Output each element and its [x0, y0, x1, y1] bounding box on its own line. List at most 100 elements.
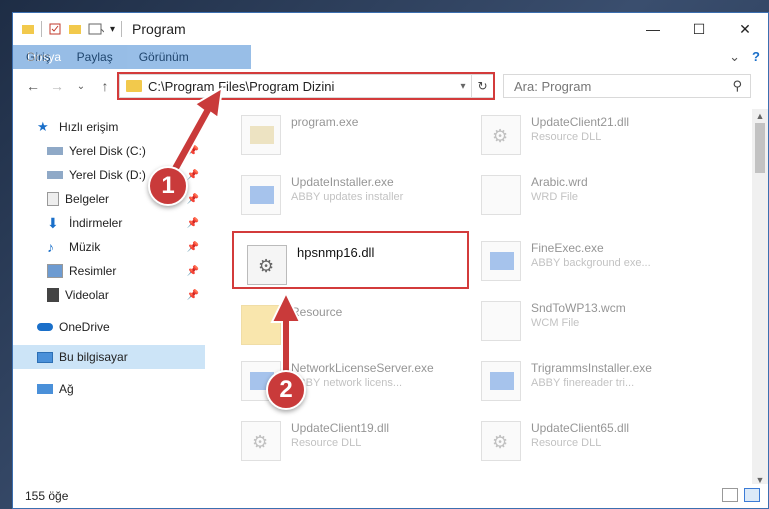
search-input[interactable]: Ara: Program ⚲	[503, 74, 751, 98]
up-button[interactable]: ↑	[93, 78, 117, 94]
sidebar-item-label: Hızlı erişim	[59, 120, 119, 134]
refresh-button[interactable]: ↻	[471, 75, 493, 97]
chevron-down-icon[interactable]: ▾	[455, 81, 471, 92]
file-item-target-dll[interactable]: ⚙ hpsnmp16.dll	[247, 245, 485, 303]
chevron-down-icon[interactable]: ▾	[110, 24, 115, 35]
ribbon-right-controls: ⌄ ?	[729, 49, 760, 65]
sidebar-item-label: Müzik	[69, 240, 101, 254]
divider	[41, 21, 42, 37]
sidebar-item-label: Videolar	[65, 288, 109, 302]
sidebar-item-onedrive[interactable]: OneDrive	[13, 315, 205, 339]
sidebar-item-label: Bu bilgisayar	[59, 350, 128, 364]
new-folder-icon[interactable]	[68, 22, 82, 36]
help-icon[interactable]: ?	[752, 49, 760, 65]
file-description: Resource DLL	[531, 437, 602, 449]
file-name: Arabic.wrd	[531, 175, 588, 189]
sidebar-item-label: OneDrive	[59, 320, 110, 334]
file-item[interactable]: FineExec.exe ABBY background exe...	[481, 241, 719, 299]
computer-icon	[37, 351, 53, 363]
folder-icon	[241, 305, 281, 345]
sidebar-item-pictures[interactable]: Resimler 📌	[13, 259, 205, 283]
customize-toolbar-icon[interactable]	[88, 22, 104, 36]
file-item[interactable]: ⚙ UpdateClient19.dll Resource DLL	[241, 421, 479, 479]
sidebar-item-network[interactable]: Ağ	[13, 377, 205, 401]
network-icon	[37, 384, 53, 394]
sidebar-item-videos[interactable]: Videolar 📌	[13, 283, 205, 307]
forward-button[interactable]: →	[45, 78, 69, 94]
tab-file[interactable]: Dosya	[13, 45, 251, 69]
file-item[interactable]: Arabic.wrd WRD File	[481, 175, 719, 233]
file-description: Resource DLL	[291, 437, 362, 449]
file-item[interactable]: SndToWP13.wcm WCM File	[481, 301, 719, 359]
cloud-icon	[37, 323, 53, 331]
scrollbar-thumb[interactable]	[755, 123, 765, 173]
file-description: ABBY network licens...	[291, 377, 403, 389]
pin-icon[interactable]: 📌	[187, 266, 199, 277]
sidebar-item-quick-access[interactable]: ★ Hızlı erişim	[13, 115, 205, 139]
file-item[interactable]: ⚙ UpdateClient21.dll Resource DLL	[481, 115, 719, 173]
properties-icon[interactable]	[48, 22, 62, 36]
file-name: program.exe	[291, 115, 359, 129]
large-icons-view-icon[interactable]	[744, 488, 760, 502]
file-list: program.exe ⚙ UpdateClient21.dll Resource…	[219, 109, 739, 479]
document-file-icon	[481, 301, 521, 341]
minimize-button[interactable]: —	[630, 13, 676, 45]
maximize-button[interactable]: ☐	[676, 13, 722, 45]
videos-icon	[47, 288, 59, 302]
window-controls: — ☐ ✕	[630, 13, 768, 45]
sidebar-item-downloads[interactable]: ⬇ İndirmeler 📌	[13, 211, 205, 235]
close-button[interactable]: ✕	[722, 13, 768, 45]
sidebar-item-music[interactable]: ♪ Müzik 📌	[13, 235, 205, 259]
expand-ribbon-icon[interactable]: ⌄	[729, 49, 740, 65]
details-view-icon[interactable]	[722, 488, 738, 502]
pin-icon[interactable]: 📌	[187, 146, 199, 157]
file-description: Resource DLL	[531, 131, 602, 143]
file-description: ABBY background exe...	[531, 257, 651, 269]
pin-icon[interactable]: 📌	[187, 218, 199, 229]
step-2-callout: 2	[266, 370, 306, 410]
file-name: UpdateClient65.dll	[531, 421, 630, 435]
pin-icon[interactable]: 📌	[187, 194, 199, 205]
file-description: ABBY updates installer	[291, 191, 404, 203]
sidebar-item-label: Resimler	[69, 264, 117, 278]
sidebar-item-label: İndirmeler	[69, 216, 123, 230]
documents-icon	[47, 192, 59, 206]
star-icon: ★	[37, 119, 49, 134]
window-title: Program	[132, 21, 186, 37]
navigation-pane: ★ Hızlı erişim Yerel Disk (C:) 📌 Yerel D…	[13, 109, 207, 479]
pin-icon[interactable]: 📌	[187, 242, 199, 253]
search-icon[interactable]: ⚲	[732, 78, 742, 94]
file-description: WCM File	[531, 317, 580, 329]
file-item[interactable]: TrigrammsInstaller.exe ABBY finereader tr…	[481, 361, 719, 419]
sidebar-item-disk-c[interactable]: Yerel Disk (C:) 📌	[13, 139, 205, 163]
sidebar-item-label: Yerel Disk (D:)	[69, 168, 146, 182]
file-item[interactable]: UpdateInstaller.exe ABBY updates installe…	[241, 175, 479, 233]
folder-item[interactable]: Resource	[241, 305, 479, 363]
recent-locations-button[interactable]: ⌄	[69, 81, 93, 92]
quick-access-toolbar: ▾	[13, 21, 123, 37]
exe-file-icon	[241, 175, 281, 215]
address-path[interactable]: C:\Program Files\Program Dizini	[148, 79, 455, 94]
vertical-scrollbar[interactable]: ▲ ▼	[752, 109, 768, 487]
search-placeholder: Ara: Program	[514, 78, 592, 94]
disk-icon	[47, 147, 63, 155]
dll-file-icon: ⚙	[247, 245, 287, 285]
divider	[121, 21, 123, 37]
file-name: Resource	[291, 305, 343, 319]
item-count: 155 öğe	[25, 489, 69, 503]
file-item[interactable]: ⚙ UpdateClient65.dll Resource DLL	[481, 421, 719, 479]
file-item[interactable]: program.exe	[241, 115, 479, 173]
status-bar: 155 öğe	[13, 484, 768, 508]
exe-file-icon	[481, 241, 521, 281]
sidebar-item-this-pc[interactable]: Bu bilgisayar	[13, 345, 205, 369]
dll-file-icon: ⚙	[481, 115, 521, 155]
address-bar[interactable]: C:\Program Files\Program Dizini ▾ ↻	[119, 74, 494, 98]
folder-icon	[126, 80, 142, 92]
folder-icon[interactable]	[21, 22, 35, 36]
pin-icon[interactable]: 📌	[187, 170, 199, 181]
pin-icon[interactable]: 📌	[187, 290, 199, 301]
scroll-up-icon[interactable]: ▲	[752, 111, 768, 121]
file-name: TrigrammsInstaller.exe	[531, 361, 652, 375]
ribbon-tabs: Dosya Giriş Paylaş Görünüm ⌄ ?	[13, 45, 768, 69]
back-button[interactable]: ←	[21, 78, 45, 94]
